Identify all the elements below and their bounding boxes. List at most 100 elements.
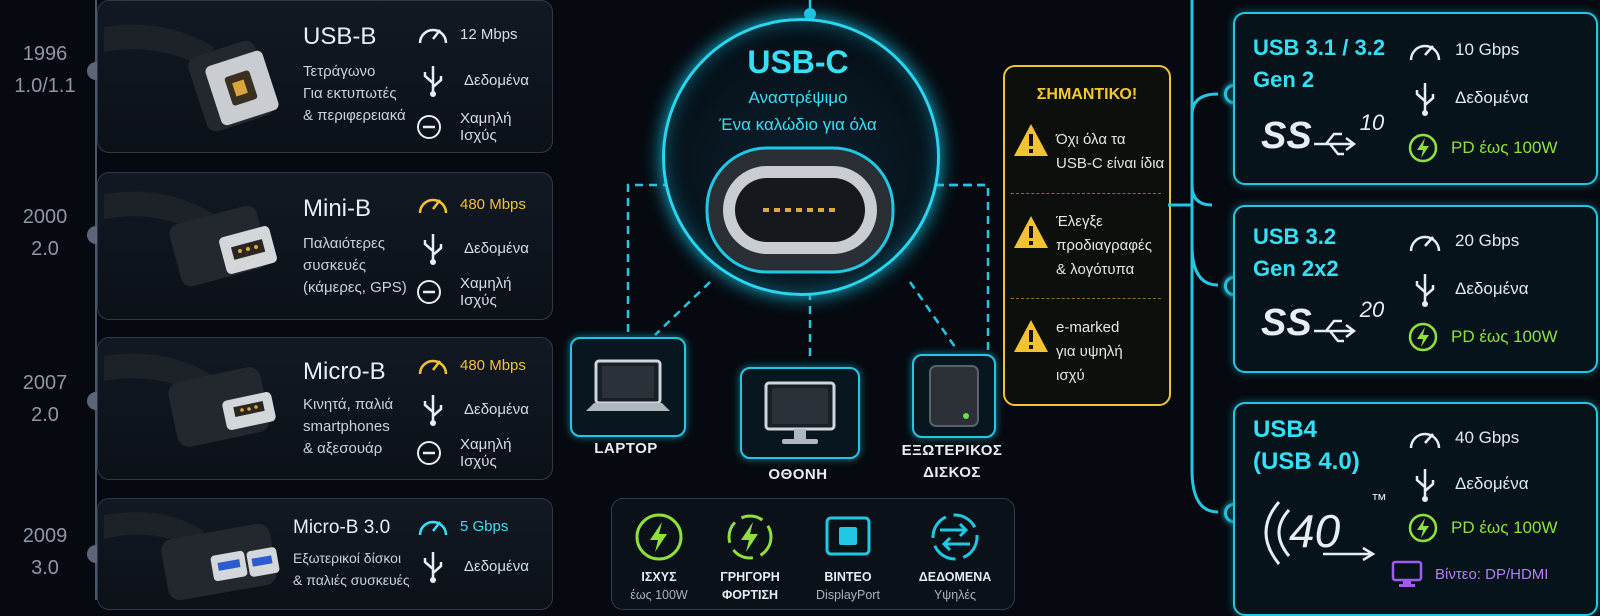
logo-number: 40 xyxy=(1289,505,1341,557)
standard-title: USB 3.1 / 3.2 Gen 2 xyxy=(1253,35,1386,92)
power-label: PD έως 100W xyxy=(1451,518,1558,537)
device-label: LAPTOP xyxy=(594,440,658,457)
power-delivery-icon xyxy=(1408,133,1438,163)
connector-description: Εξωτερικοί δίσκοι & παλιές συσκευές xyxy=(293,550,410,588)
connector-card-mini-b: Mini-B Παλαιότερες συσκευές (κάμερες, GP… xyxy=(97,172,553,320)
hard-drive-icon xyxy=(929,365,979,427)
warning-divider xyxy=(1011,193,1161,194)
standard-title: USB4 (USB 4.0) xyxy=(1253,416,1360,475)
data-label: Δεδομένα xyxy=(1455,279,1529,298)
data-row: Δεδομένα xyxy=(1407,80,1529,116)
power-row: PD έως 100W xyxy=(1407,132,1558,164)
usb-symbol-icon xyxy=(423,66,443,97)
warning-divider xyxy=(1011,298,1161,299)
speed-row: 20 Gbps xyxy=(1407,227,1519,255)
usb-c-subtitle: Αναστρέψιμο xyxy=(748,88,848,107)
video-monitor-icon xyxy=(1391,560,1423,587)
speedometer-icon xyxy=(1409,235,1441,252)
speedometer-icon xyxy=(418,198,448,214)
connector-card-micro-b: Micro-B Κινητά, παλιά smartphones & αξεσ… xyxy=(97,337,553,480)
low-power-icon xyxy=(417,441,441,465)
low-power-icon xyxy=(417,280,441,304)
timeline-year: 2000 xyxy=(22,206,68,228)
data-row: Δεδομένα xyxy=(416,549,529,583)
usb-symbol-icon xyxy=(423,234,443,265)
connector-title: USB-B xyxy=(303,23,377,50)
power-label: Χαμηλή Ισχύς xyxy=(460,275,512,309)
speed-value: 480 Mbps xyxy=(460,195,526,213)
data-label: Δεδομένα xyxy=(1455,88,1529,107)
usb-c-plug-icon xyxy=(705,146,895,274)
device-label: ΟΘΟΝΗ xyxy=(768,466,828,483)
connector-title: Micro-B xyxy=(303,358,386,385)
speedometer-icon xyxy=(1409,44,1441,61)
speed-row: 40 Gbps xyxy=(1407,424,1519,452)
power-delivery-icon xyxy=(1408,322,1438,352)
data-label: Δεδομένα xyxy=(464,239,529,257)
usb4-40-logo: 40 ™ xyxy=(1253,492,1393,577)
warning-item: Έλεγξε προδιαγραφές & λογότυπα xyxy=(1056,213,1152,278)
speed-row: 480 Mbps xyxy=(416,352,526,378)
data-row: Δεδομένα xyxy=(1407,271,1529,307)
standard-card-usb32-gen2x2: USB 3.2 Gen 2x2 SS 20 20 Gbps Δεδομένα P… xyxy=(1233,205,1598,373)
standard-card-usb4: USB4 (USB 4.0) 40 ™ 40 Gbps Δεδομένα PD … xyxy=(1233,402,1598,616)
data-row: Δεδομένα xyxy=(1407,466,1529,502)
speed-row: 10 Gbps xyxy=(1407,36,1519,64)
data-row: Δεδομένα xyxy=(416,63,529,97)
standard-card-usb32-gen2: USB 3.1 / 3.2 Gen 2 SS 10 10 Gbps Δεδομέ… xyxy=(1233,12,1598,185)
power-label: PD έως 100W xyxy=(1451,138,1558,157)
power-label: PD έως 100W xyxy=(1451,327,1558,346)
usb-trident-icon xyxy=(1313,319,1356,343)
speed-value: 5 Gbps xyxy=(460,517,509,535)
warning-icon xyxy=(1014,216,1048,248)
laptop-icon xyxy=(586,359,670,411)
superspeed-logo: SS 10 xyxy=(1261,110,1385,157)
timeline-year: 1996 xyxy=(22,43,68,65)
video-row: Βίντεο: DP/HDMI xyxy=(1391,560,1548,588)
data-label: Δεδομένα xyxy=(464,557,529,575)
data-transfer-icon xyxy=(931,513,979,561)
warning-icon xyxy=(1014,124,1048,156)
timeline-year: 2007 xyxy=(22,372,68,394)
speedometer-icon xyxy=(418,359,448,375)
power-row: Χαμηλή Ισχύς xyxy=(416,436,552,470)
power-row: Χαμηλή Ισχύς xyxy=(416,110,552,144)
micro-b-3-plug-icon xyxy=(104,512,280,601)
warning-title: ΣΗΜΑΝΤΙΚΟ! xyxy=(1036,86,1138,103)
video-chip-icon xyxy=(825,516,871,556)
data-label: Δεδομένα xyxy=(464,71,529,89)
connector-title: Mini-B xyxy=(303,195,372,222)
connector-card-usb-b: USB-B Τετράγωνο Για εκτυπωτές & περιφερε… xyxy=(97,0,553,153)
usb-symbol-icon xyxy=(423,395,443,426)
device-label: ΕΞΩΤΕΡΙΚΟΣ ΔΙΣΚΟΣ xyxy=(901,442,1003,481)
power-label: Χαμηλή Ισχύς xyxy=(460,110,512,144)
standard-title: USB 3.2 Gen 2x2 xyxy=(1253,224,1339,281)
power-icon xyxy=(635,513,683,561)
feature-label: ΙΣΧΥΣ xyxy=(641,570,677,584)
logo-number: 10 xyxy=(1359,110,1385,135)
usb-symbol-icon xyxy=(423,552,443,583)
connector-description: Τετράγωνο Για εκτυπωτές & περιφερειακά xyxy=(303,63,406,124)
data-row: Δεδομένα xyxy=(416,231,529,265)
data-label: Δεδομένα xyxy=(464,400,529,418)
usb-symbol-icon xyxy=(1415,83,1435,116)
feature-label: ΔΕΔΟΜΕΝΑ xyxy=(918,570,992,584)
monitor-icon xyxy=(764,381,836,444)
speed-row: 480 Mbps xyxy=(416,191,526,217)
speed-value: 20 Gbps xyxy=(1455,231,1520,250)
power-label: Χαμηλή Ισχύς xyxy=(460,436,512,470)
device-monitor xyxy=(740,367,860,459)
power-row: PD έως 100W xyxy=(1407,321,1558,353)
power-delivery-icon xyxy=(1408,513,1438,543)
usb-c-tagline: Ένα καλώδιο για όλα xyxy=(719,115,877,134)
speed-value: 12 Mbps xyxy=(460,25,518,43)
speed-row: 12 Mbps xyxy=(416,21,518,47)
usb-c-title: USB-C xyxy=(747,44,849,80)
connector-card-micro-b-3: Micro-B 3.0 Εξωτερικοί δίσκοι & παλιές σ… xyxy=(97,498,553,610)
warning-icon xyxy=(1014,320,1048,352)
data-label: Δεδομένα xyxy=(1455,474,1529,493)
timeline-version: 2.0 xyxy=(31,404,59,426)
speedometer-icon xyxy=(418,28,448,44)
device-external-drive xyxy=(912,354,996,438)
warning-item: e-marked για υψηλή ισχύ xyxy=(1056,319,1123,384)
